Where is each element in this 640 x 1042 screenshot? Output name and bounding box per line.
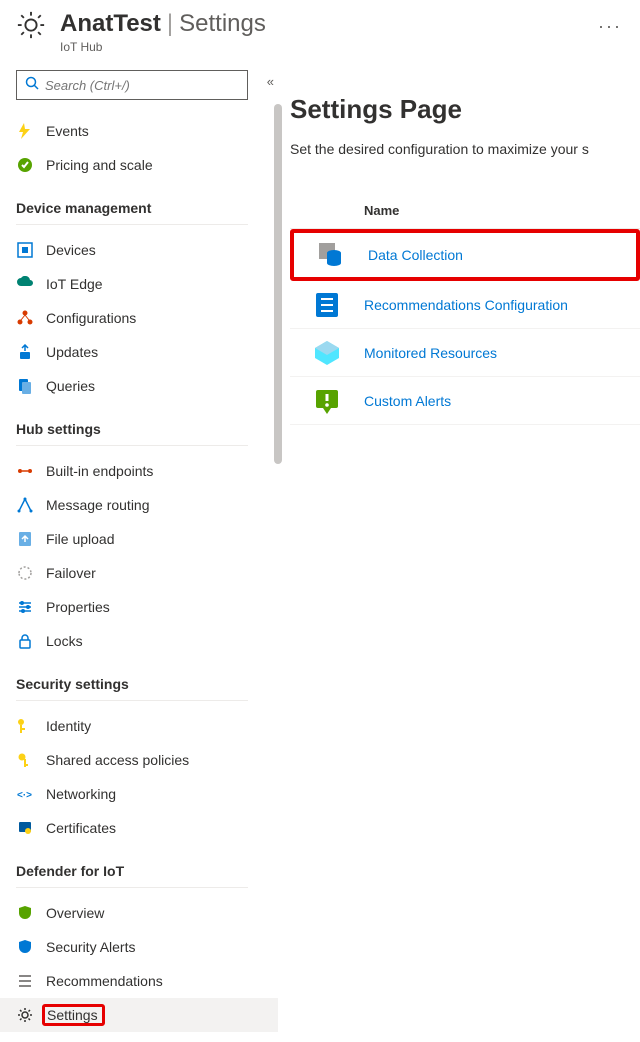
setting-link[interactable]: Custom Alerts (364, 393, 451, 409)
main-content: Settings Page Set the desired configurat… (282, 60, 640, 1042)
setting-row-datacollection[interactable]: Data Collection (290, 229, 640, 281)
sidebar-item-label: Pricing and scale (46, 157, 153, 173)
sidebar-item-label: Overview (46, 905, 104, 921)
sidebar-item-label: Networking (46, 786, 116, 802)
sidebar-section-title: Defender for IoT (16, 863, 282, 879)
sidebar-item-label: Queries (46, 378, 95, 394)
sharedaccess-icon (16, 752, 34, 768)
page-subtitle: IoT Hub (60, 40, 266, 54)
setting-row-monitored[interactable]: Monitored Resources (290, 329, 640, 377)
sidebar-item-identity[interactable]: Identity (16, 709, 282, 743)
sidebar-item-failover[interactable]: Failover (16, 556, 282, 590)
monitored-icon (290, 339, 364, 367)
fileupload-icon (16, 531, 34, 547)
sidebar-item-recommendations[interactable]: Recommendations (16, 964, 282, 998)
recconfig-icon (290, 291, 364, 319)
networking-icon (16, 786, 34, 802)
identity-icon (16, 718, 34, 734)
sidebar-item-settings[interactable]: Settings (0, 998, 278, 1032)
settings-heading: Settings Page (290, 94, 640, 125)
search-icon (25, 76, 39, 95)
customalerts-icon (290, 387, 364, 415)
sidebar-item-routing[interactable]: Message routing (16, 488, 282, 522)
page-title-sub: Settings (179, 10, 266, 38)
sidebar-item-label: Identity (46, 718, 91, 734)
sidebar-item-label: Shared access policies (46, 752, 189, 768)
sidebar-item-label: IoT Edge (46, 276, 103, 292)
sidebar-item-updates[interactable]: Updates (16, 335, 282, 369)
sidebar-section-title: Device management (16, 200, 282, 216)
sidebar-item-label: Updates (46, 344, 98, 360)
sidebar-item-overview[interactable]: Overview (16, 896, 282, 930)
sidebar-scrollbar[interactable] (274, 104, 282, 464)
devices-icon (16, 242, 34, 258)
sidebar: « Events Pricing and scale Device manage… (0, 60, 282, 1042)
queries-icon (16, 378, 34, 394)
column-header-name: Name (290, 203, 640, 229)
sidebar-item-configurations[interactable]: Configurations (16, 301, 282, 335)
more-actions-button[interactable]: ··· (598, 10, 626, 37)
securityalerts-icon (16, 939, 34, 955)
sidebar-item-events[interactable]: Events (16, 114, 282, 148)
gear-icon (16, 10, 46, 45)
sidebar-section-title: Hub settings (16, 421, 282, 437)
configurations-icon (16, 310, 34, 326)
locks-icon (16, 633, 34, 649)
properties-icon (16, 599, 34, 615)
search-input-wrapper[interactable] (16, 70, 248, 100)
datacollection-icon (294, 241, 368, 269)
sidebar-item-label: Configurations (46, 310, 136, 326)
settings-icon (16, 1007, 34, 1023)
sidebar-item-endpoints[interactable]: Built-in endpoints (16, 454, 282, 488)
sidebar-item-queries[interactable]: Queries (16, 369, 282, 403)
sidebar-item-locks[interactable]: Locks (16, 624, 282, 658)
sidebar-item-label: Security Alerts (46, 939, 135, 955)
sidebar-item-networking[interactable]: Networking (16, 777, 282, 811)
pricing-icon (16, 157, 34, 173)
sidebar-item-label: Message routing (46, 497, 150, 513)
sidebar-item-label: Built-in endpoints (46, 463, 153, 479)
sidebar-item-label: File upload (46, 531, 115, 547)
setting-row-recconfig[interactable]: Recommendations Configuration (290, 281, 640, 329)
failover-icon (16, 565, 34, 581)
settings-description: Set the desired configuration to maximiz… (290, 141, 640, 157)
setting-row-customalerts[interactable]: Custom Alerts (290, 377, 640, 425)
sidebar-item-label: Properties (46, 599, 110, 615)
page-header: AnatTest | Settings IoT Hub ··· (0, 0, 640, 60)
setting-link[interactable]: Recommendations Configuration (364, 297, 568, 313)
search-input[interactable] (45, 78, 239, 93)
page-title-main: AnatTest (60, 10, 161, 38)
sidebar-item-label: Events (46, 123, 89, 139)
sidebar-item-fileupload[interactable]: File upload (16, 522, 282, 556)
overview-icon (16, 905, 34, 921)
endpoints-icon (16, 463, 34, 479)
sidebar-item-label: Recommendations (46, 973, 163, 989)
sidebar-item-certificates[interactable]: Certificates (16, 811, 282, 845)
sidebar-item-devices[interactable]: Devices (16, 233, 282, 267)
page-title-separator: | (167, 10, 173, 38)
sidebar-item-label: Failover (46, 565, 96, 581)
sidebar-item-securityalerts[interactable]: Security Alerts (16, 930, 282, 964)
sidebar-item-sharedaccess[interactable]: Shared access policies (16, 743, 282, 777)
sidebar-item-properties[interactable]: Properties (16, 590, 282, 624)
setting-link[interactable]: Data Collection (368, 247, 463, 263)
setting-link[interactable]: Monitored Resources (364, 345, 497, 361)
sidebar-section-title: Security settings (16, 676, 282, 692)
sidebar-item-pricing[interactable]: Pricing and scale (16, 148, 282, 182)
collapse-sidebar-button[interactable]: « (267, 74, 274, 89)
updates-icon (16, 344, 34, 360)
sidebar-item-label: Settings (47, 1007, 98, 1023)
recommendations-icon (16, 973, 34, 989)
iotedge-icon (16, 276, 34, 292)
sidebar-item-label: Devices (46, 242, 96, 258)
sidebar-item-label: Locks (46, 633, 83, 649)
events-icon (16, 123, 34, 139)
sidebar-item-iotedge[interactable]: IoT Edge (16, 267, 282, 301)
sidebar-item-label: Certificates (46, 820, 116, 836)
certificates-icon (16, 820, 34, 836)
routing-icon (16, 497, 34, 513)
